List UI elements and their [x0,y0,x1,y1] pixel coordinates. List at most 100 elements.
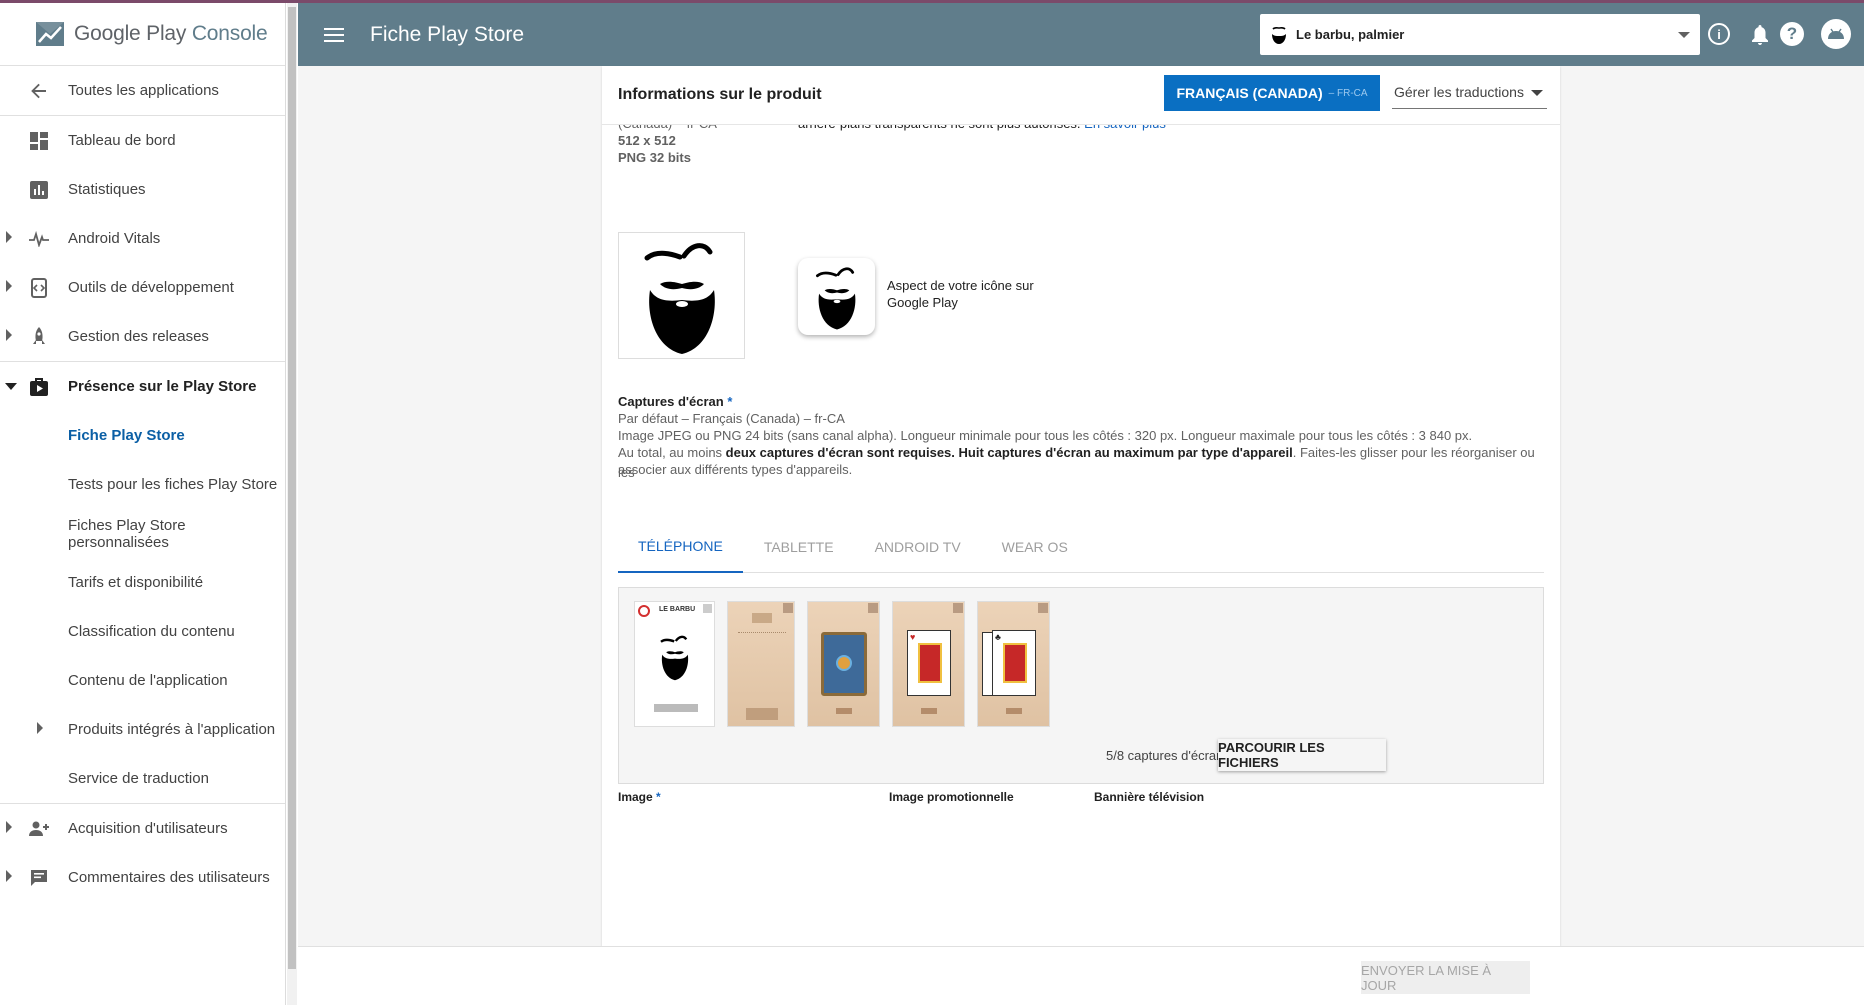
product-info-card: Informations sur le produit FRANÇAIS (CA… [602,66,1560,946]
sidebar-sub-item-app-content[interactable]: Contenu de l'application [0,656,285,705]
screenshot-remove-icon[interactable] [783,603,793,613]
language-button[interactable]: FRANÇAIS (CANADA) – FR-CA [1164,75,1380,111]
feature-image-label-text: Image [618,790,653,804]
sidebar-scrollbar[interactable] [287,3,297,1005]
sidebar-item-dev-tools[interactable]: Outils de développement [0,263,285,312]
user-acquisition-icon [28,818,50,840]
card-title: Informations sur le produit [618,86,822,103]
device-tabs: TÉLÉPHONE TABLETTE ANDROID TV WEAR OS [618,521,1544,573]
sidebar-item-statistics[interactable]: Statistiques [0,165,285,214]
help-icon[interactable]: ? [1780,22,1804,46]
arrow-left-icon [28,80,50,102]
screenshot-remove-icon[interactable] [703,604,712,613]
sidebar-sub-item-listing-tests[interactable]: Tests pour les fiches Play Store [0,460,285,509]
app-selector-dropdown[interactable]: Le barbu, palmier [1260,14,1700,55]
brand-name: Google Play Console [74,22,268,46]
sidebar-sub-item-content-rating[interactable]: Classification du contenu [0,607,285,656]
brand-logo[interactable]: Google Play Console [0,3,285,66]
sidebar-item-store-presence[interactable]: Présence sur le Play Store [0,362,285,411]
footer-bar: ENVOYER LA MISE À JOUR [298,946,1864,1005]
rocket-icon [28,326,50,348]
tab-tablet[interactable]: TABLETTE [744,521,854,573]
info-icon[interactable]: i [1708,23,1730,45]
expand-caret-icon[interactable] [6,231,12,243]
card-back-emblem [836,655,852,671]
sidebar-item-label: Fiches Play Store personnalisées [68,516,186,551]
sidebar-item-label: Classification du contenu [68,623,235,640]
screenshot-thumbnail[interactable]: ♥ [892,601,965,727]
count-rule-bold-2: Huit captures d'écran au maximum par typ… [958,445,1293,460]
screenshot-remove-icon[interactable] [868,603,878,613]
sidebar-item-user-comments[interactable]: Commentaires des utilisateurs [0,853,285,902]
sidebar-item-label: Service de traduction [68,770,209,787]
tab-phone[interactable]: TÉLÉPHONE [618,521,743,573]
top-app-bar: Fiche Play Store Le barbu, palmier i ? [298,3,1864,66]
play-store-icon [28,376,50,398]
screenshot-remove-icon[interactable] [1038,603,1048,613]
chevron-down-icon [1531,90,1543,96]
send-update-button[interactable]: ENVOYER LA MISE À JOUR [1361,961,1530,994]
sidebar-item-label: Gestion des releases [68,328,209,345]
android-icon [1828,28,1844,39]
sidebar-sub-item-store-listing[interactable]: Fiche Play Store [0,411,285,460]
brand-console: Console [191,22,268,45]
tab-android-tv[interactable]: ANDROID TV [855,521,981,573]
screenshots-count-rule-line-2: associer aux différents types d'appareil… [618,462,853,477]
pulse-icon [28,228,50,250]
sidebar-item-android-vitals[interactable]: Android Vitals [0,214,285,263]
notifications-bell-icon[interactable] [1738,13,1782,57]
app-selector-label: Le barbu, palmier [1296,27,1405,42]
expand-caret-icon[interactable] [6,821,12,833]
icon-preview-caption: Aspect de votre icône sur Google Play [887,277,1034,311]
count-rule-bold-1: deux captures d'écran sont requises [725,445,952,460]
sidebar-item-all-apps[interactable]: Toutes les applications [0,66,285,115]
expand-caret-icon[interactable] [37,722,43,734]
scrollbar-thumb[interactable] [288,7,296,969]
required-mark: * [656,790,661,804]
screenshot-remove-icon[interactable] [953,603,963,613]
sidebar-sub-item-in-app-products[interactable]: Produits intégrés à l'application [0,705,285,754]
expand-caret-icon[interactable] [6,870,12,882]
sidebar-item-label: Contenu de l'application [68,672,228,689]
sidebar-item-label: Commentaires des utilisateurs [68,869,270,886]
menu-icon[interactable] [324,27,344,42]
screenshot-text-lines [738,632,786,672]
screenshots-title-text: Captures d'écran [618,394,724,409]
promo-image-label: Image promotionnelle [889,790,1014,804]
chevron-down-icon [1678,32,1690,38]
tab-wear-os[interactable]: WEAR OS [982,521,1088,573]
sidebar-sub-item-pricing[interactable]: Tarifs et disponibilité [0,558,285,607]
expand-caret-icon[interactable] [6,329,12,341]
beard-icon [815,266,855,329]
sidebar-sub-item-translation-service[interactable]: Service de traduction [0,754,285,803]
sidebar-item-user-acquisition[interactable]: Acquisition d'utilisateurs [0,804,285,853]
sidebar-sub-item-custom-listings[interactable]: Fiches Play Store personnalisées [0,509,285,558]
sidebar-item-label: Produits intégrés à l'application [68,721,276,738]
sidebar-item-dashboard[interactable]: Tableau de bord [0,116,285,165]
account-avatar[interactable] [1821,19,1851,49]
expand-caret-icon[interactable] [6,280,12,292]
screenshot-app-title: LE BARBU [659,606,696,613]
feature-image-label: Image * [618,790,661,804]
sidebar-item-label: Outils de développement [68,279,234,296]
screenshot-thumbnail[interactable] [807,601,880,727]
sidebar-item-label: Android Vitals [68,230,161,247]
card-back-image [821,632,867,696]
king-figure [918,643,942,683]
manage-translations-label: Gérer les traductions [1394,83,1524,100]
language-button-label: FRANÇAIS (CANADA) [1176,85,1323,101]
page-title: Fiche Play Store [370,22,525,46]
king-of-hearts-card: ♥ [907,630,951,696]
screenshot-thumbnail[interactable] [727,601,795,727]
icon-preview-caption-line-2: Google Play [887,295,958,310]
brand-google-play: Google Play [74,22,187,45]
screenshot-thumbnail[interactable]: LE BARBU [634,601,715,727]
manage-translations-dropdown[interactable]: Gérer les traductions [1392,75,1547,109]
screenshot-thumbnail[interactable]: ♣ [977,601,1050,727]
icon-format-text: PNG 32 bits [618,150,691,165]
app-icon-upload[interactable] [618,232,745,359]
collapse-caret-icon[interactable] [5,383,17,390]
sidebar-item-label: Tests pour les fiches Play Store [68,476,278,493]
sidebar-item-releases[interactable]: Gestion des releases [0,312,285,361]
browse-files-button[interactable]: PARCOURIR LES FICHIERS [1218,739,1386,771]
